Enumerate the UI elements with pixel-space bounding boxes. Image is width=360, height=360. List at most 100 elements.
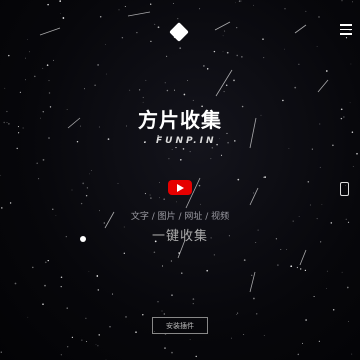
- star: [173, 3, 175, 4]
- star: [179, 158, 182, 161]
- star: [166, 55, 168, 57]
- star: [195, 355, 197, 358]
- star: [163, 313, 165, 315]
- star: [164, 347, 166, 349]
- star: [299, 268, 302, 270]
- star: [233, 79, 235, 82]
- star: [121, 36, 124, 39]
- star: [59, 0, 61, 2]
- star: [105, 44, 106, 45]
- star: [224, 30, 226, 32]
- star: [282, 99, 284, 102]
- meteor-streak: [127, 11, 151, 17]
- star: [189, 151, 191, 153]
- star: [175, 147, 177, 149]
- star: [125, 316, 127, 318]
- meteor-streak: [214, 21, 231, 31]
- star: [199, 203, 201, 205]
- star: [304, 269, 307, 272]
- star: [163, 198, 166, 201]
- star: [256, 313, 258, 315]
- star: [231, 337, 232, 339]
- star: [326, 270, 328, 272]
- star: [341, 271, 343, 273]
- star: [85, 317, 87, 319]
- star: [284, 48, 285, 50]
- star: [351, 353, 353, 355]
- star: [183, 93, 186, 96]
- youtube-play-icon[interactable]: [168, 180, 192, 195]
- star: [253, 192, 254, 194]
- star: [162, 265, 163, 267]
- star: [103, 222, 105, 224]
- star: [309, 204, 311, 206]
- site-domain: . FUNP.IN: [143, 136, 217, 146]
- star: [348, 321, 349, 323]
- site-title: 方片收集: [138, 108, 222, 132]
- star: [253, 297, 255, 300]
- meteor-streak: [249, 187, 259, 206]
- star: [222, 35, 224, 37]
- star: [325, 70, 328, 72]
- star: [142, 96, 144, 99]
- star: [166, 89, 169, 92]
- star: [179, 47, 182, 49]
- star: [0, 174, 1, 176]
- star: [60, 13, 62, 14]
- star: [34, 75, 36, 78]
- star: [36, 162, 38, 164]
- star: [243, 334, 245, 336]
- star: [47, 259, 49, 262]
- star: [44, 284, 46, 287]
- star: [86, 187, 89, 189]
- star: [142, 101, 144, 103]
- star: [85, 194, 88, 197]
- star: [97, 345, 99, 347]
- star: [97, 64, 99, 66]
- star: [60, 354, 62, 356]
- star: [95, 344, 97, 345]
- star: [296, 266, 299, 269]
- star: [80, 202, 83, 205]
- star: [182, 148, 185, 150]
- one-click-collect-text[interactable]: 一键收集: [0, 225, 360, 244]
- install-plugin-button[interactable]: 安装插件: [152, 317, 208, 334]
- star: [286, 248, 287, 250]
- star: [213, 254, 216, 256]
- star: [222, 50, 224, 52]
- star: [25, 79, 26, 81]
- star: [213, 50, 216, 53]
- star: [307, 181, 310, 183]
- star: [149, 194, 151, 196]
- star: [48, 92, 51, 94]
- star: [81, 339, 83, 341]
- star: [226, 51, 229, 54]
- star: [236, 314, 238, 316]
- menu-icon[interactable]: [340, 24, 352, 36]
- meteor-streak: [39, 27, 61, 36]
- star: [236, 27, 238, 29]
- star: [187, 80, 189, 81]
- star: [44, 261, 47, 264]
- star: [301, 342, 304, 344]
- star: [42, 67, 44, 69]
- star: [199, 8, 201, 10]
- star: [26, 38, 28, 40]
- star: [210, 158, 212, 160]
- star: [150, 197, 152, 199]
- star: [135, 331, 137, 333]
- star: [189, 339, 191, 340]
- meteor-streak: [249, 271, 256, 293]
- star: [170, 260, 172, 262]
- star: [86, 341, 88, 342]
- star: [106, 73, 107, 75]
- star: [19, 91, 21, 93]
- mobile-phone-icon[interactable]: [340, 182, 349, 196]
- star: [225, 84, 228, 87]
- star: [144, 193, 146, 195]
- star: [117, 183, 119, 185]
- star: [177, 18, 179, 20]
- star: [251, 274, 253, 276]
- star: [176, 201, 177, 203]
- star: [284, 8, 286, 10]
